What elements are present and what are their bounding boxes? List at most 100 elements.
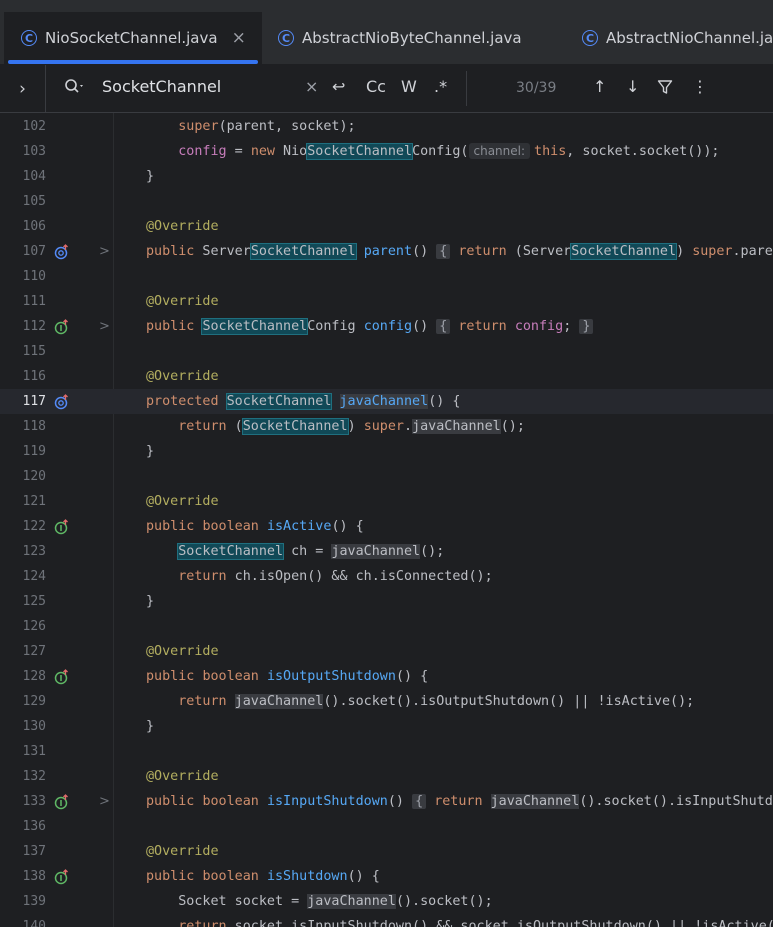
previous-match-icon[interactable]: ↑ xyxy=(593,77,606,96)
search-match: SocketChannel xyxy=(306,143,414,160)
code-token: () xyxy=(387,794,413,809)
code-line[interactable]: 128 public boolean isOutputShutdown() { xyxy=(0,664,773,689)
code-line[interactable]: 103 config = new NioSocketChannelConfig(… xyxy=(0,139,773,164)
line-number: 103 xyxy=(22,144,46,159)
line-number: 128 xyxy=(22,669,46,684)
line-number: 137 xyxy=(22,844,46,859)
code-line[interactable]: 131 xyxy=(0,739,773,764)
code-token: return xyxy=(434,794,483,809)
code-line[interactable]: 138 public boolean isShutdown() { xyxy=(0,864,773,889)
code-line[interactable]: 121 @Override xyxy=(0,489,773,514)
multiline-icon[interactable]: ↩ xyxy=(332,77,345,96)
annotation: @Override xyxy=(146,644,219,659)
code-line[interactable]: 137 @Override xyxy=(0,839,773,864)
fold-chevron-icon[interactable]: > xyxy=(99,239,110,264)
implement-icon[interactable] xyxy=(54,669,70,685)
code-text: public boolean isOutputShutdown() { xyxy=(146,664,428,689)
tab-abstract-nio-channel[interactable]: C AbstractNioChannel.java xyxy=(582,12,773,64)
code-text: public boolean isActive() { xyxy=(146,514,364,539)
code-line[interactable]: 112 > public SocketChannelConfig config() … xyxy=(0,314,773,339)
line-number: 123 xyxy=(22,544,46,559)
whole-words-toggle[interactable]: W xyxy=(401,77,417,96)
line-number: 127 xyxy=(22,644,46,659)
search-history-icon[interactable] xyxy=(64,77,86,100)
code-token: ().socket().isOutputShutdown() || !isAct… xyxy=(323,694,695,709)
code-token: return xyxy=(178,419,227,434)
search-match: SocketChannel xyxy=(225,393,333,410)
code-token: (); xyxy=(500,419,525,434)
code-token: return xyxy=(458,244,507,259)
code-line[interactable]: 118 return (SocketChannel) super.javaCha… xyxy=(0,414,773,439)
code-line[interactable]: 120 xyxy=(0,464,773,489)
implement-icon[interactable] xyxy=(54,869,70,885)
implement-icon[interactable] xyxy=(54,319,70,335)
code-line[interactable]: 119} xyxy=(0,439,773,464)
code-line[interactable]: 122 public boolean isActive() { xyxy=(0,514,773,539)
code-line[interactable]: 116 @Override xyxy=(0,364,773,389)
annotation: @Override xyxy=(146,769,219,784)
usage-highlight: javaChannel xyxy=(331,544,421,559)
code-line[interactable]: 125} xyxy=(0,589,773,614)
code-line[interactable]: 107 > public ServerSocketChannel parent() … xyxy=(0,239,773,264)
code-line[interactable]: 126 xyxy=(0,614,773,639)
code-line[interactable]: 132 @Override xyxy=(0,764,773,789)
method-name: isOutputShutdown xyxy=(266,669,396,684)
code-line[interactable]: 105 xyxy=(0,189,773,214)
code-editor[interactable]: 102 super(parent, socket); 103 config = n… xyxy=(0,113,773,927)
override-icon[interactable] xyxy=(54,244,70,260)
code-line[interactable]: 136 xyxy=(0,814,773,839)
tab-label: NioSocketChannel.java xyxy=(45,29,218,47)
fold-chevron-icon[interactable]: > xyxy=(99,789,110,814)
code-line[interactable]: 117 protected SocketChannel javaChannel()… xyxy=(0,389,773,414)
expand-replace-icon[interactable]: › xyxy=(0,65,46,112)
search-input[interactable]: SocketChannel xyxy=(102,77,221,96)
find-bar: › SocketChannel × ↩ Cc W .* 30/39 ↑ ↓ ⋮ xyxy=(0,65,773,113)
line-number: 112 xyxy=(22,319,46,334)
match-case-toggle[interactable]: Cc xyxy=(366,77,386,96)
code-line[interactable]: 106 @Override xyxy=(0,214,773,239)
code-token: protected xyxy=(146,394,219,409)
code-line[interactable]: 124 return ch.isOpen() && ch.isConnected… xyxy=(0,564,773,589)
folded-brace: } xyxy=(579,319,594,334)
regex-toggle[interactable]: .* xyxy=(434,77,447,96)
code-line[interactable]: 111 @Override xyxy=(0,289,773,314)
code-line[interactable]: 127 @Override xyxy=(0,639,773,664)
tab-nio-socket-channel[interactable]: C NioSocketChannel.java × xyxy=(4,12,262,64)
code-token: (Server xyxy=(506,244,572,259)
implement-icon[interactable] xyxy=(54,794,70,810)
code-line[interactable]: 123 SocketChannel ch = javaChannel(); xyxy=(0,539,773,564)
code-line[interactable]: 133 > public boolean isInputShutdown() { r… xyxy=(0,789,773,814)
usage-highlight: javaChannel xyxy=(490,794,580,809)
override-icon[interactable] xyxy=(54,394,70,410)
next-match-icon[interactable]: ↓ xyxy=(626,77,639,96)
code-line[interactable]: 102 super(parent, socket); xyxy=(0,114,773,139)
code-token: return xyxy=(178,569,227,584)
code-line[interactable]: 130} xyxy=(0,714,773,739)
clear-search-icon[interactable]: × xyxy=(305,77,318,96)
fold-chevron-icon[interactable]: > xyxy=(99,314,110,339)
code-line[interactable]: 139 Socket socket = javaChannel().socket… xyxy=(0,889,773,914)
code-line[interactable]: 110 xyxy=(0,264,773,289)
code-line[interactable]: 140 return socket.isInputShutdown() && s… xyxy=(0,914,773,927)
method-name: isInputShutdown xyxy=(266,794,388,809)
code-text: public boolean isShutdown() { xyxy=(146,864,380,889)
code-line[interactable]: 104} xyxy=(0,164,773,189)
line-number: 126 xyxy=(22,619,46,634)
code-line[interactable]: 115 xyxy=(0,339,773,364)
more-options-icon[interactable]: ⋮ xyxy=(692,77,708,96)
filter-icon[interactable] xyxy=(657,79,673,99)
tab-abstract-nio-byte-channel[interactable]: C AbstractNioByteChannel.java xyxy=(278,12,522,64)
line-number: 115 xyxy=(22,344,46,359)
code-token: public xyxy=(146,669,195,684)
code-token: super xyxy=(692,244,733,259)
code-token: ().socket(); xyxy=(395,894,493,909)
code-line[interactable]: 129 return javaChannel().socket().isOutp… xyxy=(0,689,773,714)
field-ref: config xyxy=(514,319,564,334)
close-tab-icon[interactable]: × xyxy=(232,28,246,48)
code-token: () { xyxy=(428,394,461,409)
implement-icon[interactable] xyxy=(54,519,70,535)
